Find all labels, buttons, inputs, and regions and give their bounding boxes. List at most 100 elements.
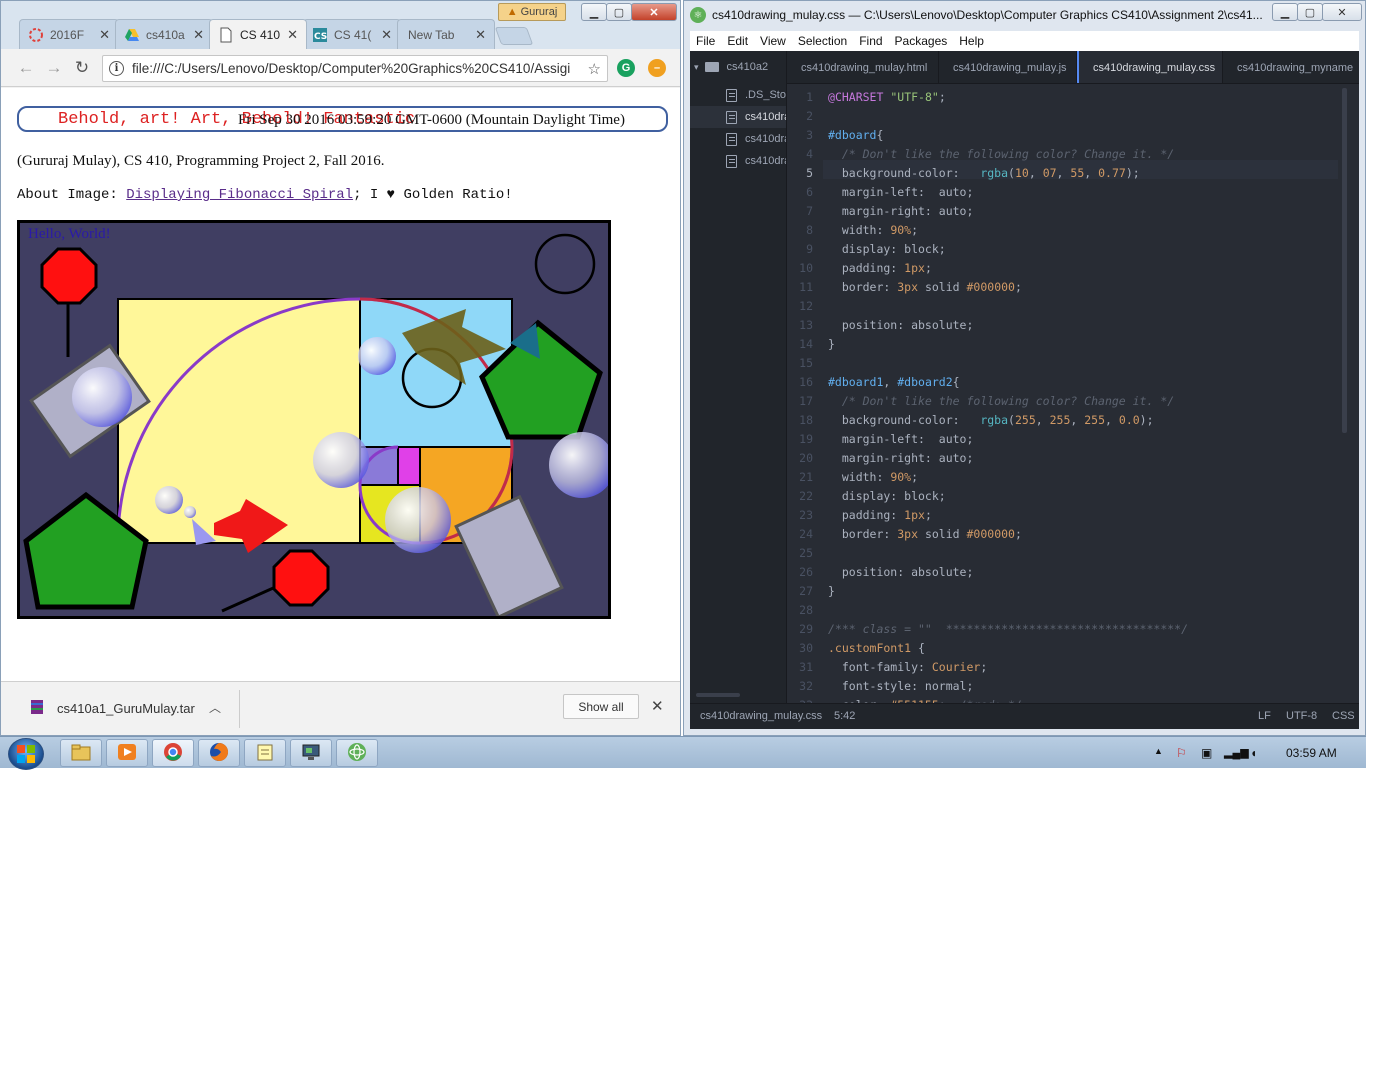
code-line[interactable]: #dboard1, #dboard2{ [828,373,960,392]
tab-css-active[interactable]: cs410drawing_mulay.css [1077,51,1223,83]
code-line[interactable]: /* Don't like the following color? Chang… [828,392,1174,411]
status-grammar[interactable]: CSS [1332,710,1355,722]
code-line[interactable]: margin-left: auto; [828,183,974,202]
tab-myname[interactable]: cs410drawing_myname [1223,51,1359,83]
tree-scrollbar[interactable] [696,693,740,697]
code-line[interactable]: background-color: rgba(10, 07, 55, 0.77)… [828,164,1140,183]
address-bar[interactable]: i file:///C:/Users/Lenovo/Desktop/Comput… [102,55,608,82]
close-window-button[interactable]: ✕ [1322,3,1362,21]
code-line[interactable]: width: 90%; [828,468,918,487]
code-line[interactable]: font-style: normal; [828,677,974,696]
tree-file[interactable]: cs410dra [690,150,786,172]
code-line[interactable]: margin-right: auto; [828,449,974,468]
line-number: 19 [799,432,813,446]
code-line[interactable]: } [828,582,835,601]
network-flag-icon[interactable]: ⚐ [1176,746,1187,760]
maximize-button[interactable]: ▢ [1297,3,1323,21]
code-line[interactable]: background-color: rgba(255, 255, 255, 0.… [828,411,1154,430]
code-line[interactable]: margin-right: auto; [828,202,974,221]
tab-js[interactable]: cs410drawing_mulay.js [939,51,1077,83]
close-icon[interactable]: ✕ [99,27,110,43]
forward-arrow-icon[interactable]: → [43,57,65,79]
code-line[interactable]: position: absolute; [828,316,974,335]
tree-file[interactable]: cs410dra [690,128,786,150]
close-icon[interactable]: ✕ [651,697,664,715]
menu-view[interactable]: View [760,34,786,48]
download-filename[interactable]: cs410a1_GuruMulay.tar [57,701,195,716]
editor-scrollbar[interactable] [1342,88,1347,433]
tree-root-folder[interactable]: ▾ cs410a2 [690,56,786,78]
taskbar-notepad[interactable] [244,739,286,767]
code-line[interactable]: position: absolute; [828,563,974,582]
code-line[interactable]: font-family: Courier; [828,658,987,677]
close-icon[interactable]: ✕ [381,27,392,43]
device-icon[interactable]: ▣ [1201,746,1212,760]
code-line[interactable]: display: block; [828,240,946,259]
menu-edit[interactable]: Edit [727,34,748,48]
fibonacci-link[interactable]: Displaying Fibonacci Spiral [126,187,353,203]
close-icon[interactable]: ✕ [287,27,298,43]
menu-find[interactable]: Find [859,34,882,48]
code-line[interactable]: width: 90%; [828,221,918,240]
minimize-button[interactable]: ▁ [1272,3,1298,21]
volume-icon[interactable]: ◖ [1250,746,1257,760]
taskbar-chrome[interactable] [152,739,194,767]
show-all-button[interactable]: Show all [563,694,639,719]
tab-html[interactable]: cs410drawing_mulay.html [787,51,939,83]
tab-cs410-active[interactable]: CS 410 ✕ [209,19,307,49]
code-line[interactable]: #dboard{ [828,126,883,145]
menu-selection[interactable]: Selection [798,34,847,48]
code-line[interactable]: .customFont1 { [828,639,925,658]
menu-file[interactable]: File [696,34,715,48]
taskbar-firefox[interactable] [198,739,240,767]
code-line[interactable]: margin-left: auto; [828,430,974,449]
code-line[interactable]: @CHARSET "UTF-8"; [828,88,946,107]
close-icon[interactable]: ✕ [475,27,486,43]
start-button[interactable] [8,738,44,770]
extension-icon[interactable]: – [648,59,666,77]
status-file[interactable]: cs410drawing_mulay.css [700,710,822,722]
grammarly-icon[interactable]: G [617,59,635,77]
tab-cs41[interactable]: CS CS 41( ✕ [303,19,401,49]
code-line[interactable]: } [828,335,835,354]
profile-badge[interactable]: ▲ Gururaj [498,3,566,21]
tree-file-selected[interactable]: cs410dra [690,106,786,128]
close-icon[interactable]: ✕ [193,27,204,43]
back-arrow-icon[interactable]: ← [15,57,37,79]
taskbar-explorer[interactable] [60,739,102,767]
tree-file-ds-store[interactable]: .DS_Store [690,84,786,106]
tab-opera[interactable]: 2016F ✕ [19,19,119,49]
close-window-button[interactable]: ✕ [631,3,677,21]
show-hidden-icons[interactable]: ▲ [1154,746,1163,756]
line-number: 8 [806,223,813,237]
status-cursor[interactable]: 5:42 [834,710,855,722]
tab-drive[interactable]: cs410a ✕ [115,19,213,49]
status-encoding[interactable]: UTF-8 [1286,710,1317,722]
maximize-button[interactable]: ▢ [606,3,632,21]
code-line[interactable]: display: block; [828,487,946,506]
editor-tabs: cs410drawing_mulay.html cs410drawing_mul… [787,51,1359,84]
code-line[interactable]: /*** class = "" ************************… [828,620,1188,639]
bookmark-star-icon[interactable]: ☆ [588,60,601,78]
code-line[interactable]: padding: 1px; [828,506,932,525]
menu-help[interactable]: Help [959,34,984,48]
code-editor[interactable]: 1 @CHARSET "UTF-8"; 2 3 #dboard{4 /* Don't l… [787,84,1359,703]
chevron-up-icon[interactable]: ︿ [209,699,221,716]
taskbar-media-player[interactable] [106,739,148,767]
clock[interactable]: 03:59 AM [1286,746,1337,760]
menu-packages[interactable]: Packages [895,34,948,48]
tab-new-tab[interactable]: New Tab ✕ [397,19,495,49]
code-line[interactable]: border: 3px solid #000000; [828,525,1022,544]
code-line[interactable]: /* Don't like the following color? Chang… [828,145,1174,164]
reload-icon[interactable]: ↻ [71,57,93,79]
taskbar-atom[interactable] [336,739,378,767]
info-icon[interactable]: i [109,61,124,76]
status-line-ending[interactable]: LF [1258,710,1271,722]
new-tab-button[interactable] [494,27,534,45]
code-line[interactable]: border: 3px solid #000000; [828,278,1022,297]
code-line[interactable]: color: #551155; /*red; */ [828,696,1022,703]
code-line[interactable]: padding: 1px; [828,259,932,278]
minimize-button[interactable]: ▁ [581,3,607,21]
signal-icon[interactable]: ▂▄▆ [1224,746,1249,759]
taskbar-monitor[interactable] [290,739,332,767]
